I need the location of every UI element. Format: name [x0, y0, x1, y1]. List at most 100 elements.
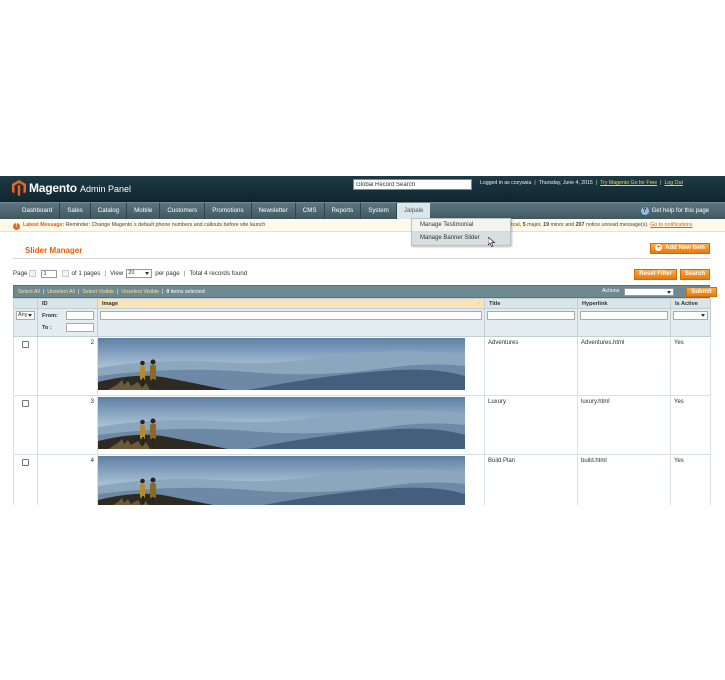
next-page-icon[interactable]	[62, 270, 70, 277]
unselect-visible-link[interactable]: Unselect Visible	[121, 289, 159, 295]
pager: Page 1 of 1 pages | View 20 per page | T…	[13, 269, 248, 278]
menu-manage-testimonial[interactable]: Manage Testimonial	[412, 219, 510, 232]
add-new-item-button[interactable]: + Add New Item	[650, 243, 710, 254]
nav-promotions[interactable]: Promotions	[205, 203, 252, 220]
sort-arrow-icon: ↑	[477, 300, 480, 307]
per-page-text: per page	[155, 270, 180, 277]
actions-select[interactable]	[624, 288, 674, 296]
select-visible-link[interactable]: Select Visible	[82, 289, 114, 295]
banner-image	[98, 338, 465, 390]
submit-button[interactable]: Submit	[686, 287, 717, 297]
id-from-input[interactable]	[66, 311, 94, 320]
plus-icon: +	[655, 244, 663, 251]
header-image[interactable]: Image ↑	[97, 298, 485, 309]
header-is-active[interactable]: Is Active	[670, 298, 711, 309]
unselect-all-link[interactable]: Unselect All	[47, 289, 75, 295]
table-row[interactable]: 3 Luxury luxury.html Yes	[13, 395, 711, 455]
per-page-select[interactable]: 20	[126, 269, 153, 278]
id-to-label: To :	[42, 325, 52, 332]
row-image	[97, 336, 485, 396]
user-bar: Logged in as cozyasia | Thursday, June 4, …	[480, 180, 683, 186]
minor-text: minor and	[550, 222, 575, 228]
try-magento-link[interactable]: Try Magento Go for Free	[600, 180, 657, 186]
header-hyperlink[interactable]: Hyperlink	[577, 298, 671, 309]
banner-image	[98, 456, 465, 505]
slider-grid: ID Image ↑ Title Hyperlink Is Active Any …	[13, 298, 711, 505]
row-is-active: Yes	[670, 454, 711, 505]
table-row[interactable]: 4 Build Plan build.html Yes	[13, 454, 711, 505]
critical-fragment: ical,	[511, 222, 522, 228]
main-nav: Dashboard Sales Catalog Mobile Customers…	[0, 202, 725, 220]
search-button[interactable]: Search	[680, 269, 710, 280]
add-new-item-label: Add New Item	[665, 245, 705, 251]
massaction-filter-select[interactable]: Any	[16, 311, 35, 320]
help-link[interactable]: ? Get help for this page	[640, 207, 709, 215]
panel-name: Admin Panel	[79, 184, 131, 194]
nav-dashboard[interactable]: Dashboard	[15, 203, 61, 220]
row-is-active: Yes	[670, 395, 711, 455]
grid-header-row: ID Image ↑ Title Hyperlink Is Active	[13, 298, 711, 309]
row-id: 3	[37, 395, 98, 455]
row-id: 2	[37, 336, 98, 396]
actions-label: Actions	[602, 288, 620, 294]
nav-reports[interactable]: Reports	[325, 203, 362, 220]
nav-sales[interactable]: Sales	[60, 203, 91, 220]
row-checkbox[interactable]	[22, 400, 29, 407]
goto-notifications-link[interactable]: Go to notifications	[650, 222, 692, 228]
title-filter-input[interactable]	[487, 311, 575, 320]
row-checkbox[interactable]	[22, 459, 29, 466]
major-count: 5	[522, 222, 526, 228]
global-search-input[interactable]	[353, 179, 472, 190]
date-text: Thursday, June 4, 2015	[538, 180, 593, 186]
table-row[interactable]: 2 Adventures Adventures.html Yes	[13, 336, 711, 396]
nav-customers[interactable]: Customers	[160, 203, 206, 220]
selected-count: 0	[166, 289, 170, 295]
magento-logo-icon	[12, 180, 26, 196]
header-image-label: Image	[102, 300, 119, 307]
header-id[interactable]: ID	[37, 298, 98, 309]
reset-filter-button[interactable]: Reset Filter	[634, 269, 677, 280]
view-label: View	[109, 270, 124, 277]
title-divider	[13, 258, 710, 259]
row-is-active: Yes	[670, 336, 711, 396]
id-from-label: From:	[42, 313, 58, 320]
id-to-input[interactable]	[66, 323, 94, 332]
row-checkbox[interactable]	[22, 341, 29, 348]
warning-icon: !	[13, 223, 20, 230]
massaction-bar: Select All | Unselect All | Select Visible | U…	[13, 285, 717, 298]
page-title: Slider Manager	[25, 246, 83, 255]
row-hyperlink: luxury.html	[577, 395, 671, 455]
nav-mobile[interactable]: Mobile	[127, 203, 161, 220]
logged-in-text: Logged in as cozyasia	[480, 180, 532, 186]
magento-logo[interactable]: Magento Admin Panel	[12, 180, 131, 196]
unread-count: 207	[575, 222, 585, 228]
selected-text: items selected	[170, 289, 205, 295]
row-title: Adventures	[484, 336, 578, 396]
latest-message-label: Latest Message:	[23, 222, 65, 228]
hyperlink-filter-input[interactable]	[580, 311, 668, 320]
logout-link[interactable]: Log Out	[664, 180, 682, 186]
major-text: major,	[527, 222, 542, 228]
jalpale-dropdown: Manage Testimonial Manage Banner Slider	[411, 218, 511, 246]
row-image	[97, 395, 485, 455]
minor-count: 19	[543, 222, 550, 228]
top-header: Magento Admin Panel Logged in as cozyasi…	[0, 176, 725, 202]
help-text: Get help for this page	[651, 208, 709, 214]
latest-message-text: Reminder: Change Magento`s default phone…	[65, 222, 266, 228]
filter-row: Any From: To :	[13, 308, 711, 337]
page-input[interactable]: 1	[41, 269, 58, 278]
notice-counts: ical, 5 major, 19 minor and 207 notice u…	[511, 219, 693, 231]
row-hyperlink: Adventures.html	[577, 336, 671, 396]
image-filter-input[interactable]	[100, 311, 482, 320]
notice-bar: ! Latest Message: Reminder: Change Magent…	[0, 219, 725, 232]
prev-page-icon[interactable]	[29, 270, 37, 277]
select-all-link[interactable]: Select All	[18, 289, 40, 295]
header-checkbox	[13, 298, 38, 309]
header-title[interactable]: Title	[484, 298, 578, 309]
admin-app: Magento Admin Panel Logged in as cozyasi…	[0, 176, 725, 505]
is-active-filter-select[interactable]	[673, 311, 708, 320]
nav-system[interactable]: System	[361, 203, 397, 220]
nav-cms[interactable]: CMS	[296, 203, 325, 220]
nav-catalog[interactable]: Catalog	[91, 203, 128, 220]
nav-newsletter[interactable]: Newsletter	[252, 203, 296, 220]
